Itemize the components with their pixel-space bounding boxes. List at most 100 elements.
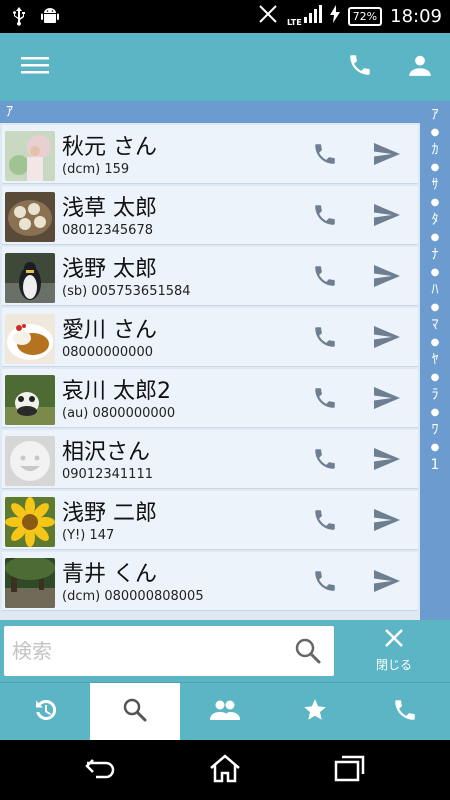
phone-icon bbox=[312, 446, 338, 476]
contact-number: 08012345678 bbox=[62, 223, 153, 238]
bottom-tab-bar bbox=[0, 682, 450, 740]
home-button[interactable] bbox=[207, 754, 243, 786]
index-dot: ● bbox=[430, 302, 440, 313]
contact-number: (dcm) 080000808005 bbox=[62, 589, 204, 604]
search-input[interactable] bbox=[12, 636, 282, 666]
contact-row[interactable]: 浅野 太郎 (sb) 005753651584 bbox=[2, 247, 418, 306]
group-icon bbox=[210, 698, 240, 726]
message-button[interactable] bbox=[370, 505, 404, 539]
menu-icon bbox=[21, 54, 49, 80]
message-button[interactable] bbox=[370, 261, 404, 295]
history-icon bbox=[31, 696, 59, 728]
index-dot: ● bbox=[430, 267, 440, 278]
contact-list[interactable]: 秋元 さん (dcm) 159 浅草 太郎 08012345678 浅野 太郎 … bbox=[0, 123, 420, 620]
profile-button[interactable] bbox=[402, 49, 438, 85]
search-icon bbox=[122, 697, 148, 727]
index-letter[interactable]: ｶ bbox=[420, 140, 450, 161]
call-button[interactable] bbox=[308, 505, 342, 539]
send-icon bbox=[373, 264, 401, 292]
call-button[interactable] bbox=[308, 566, 342, 600]
index-letter[interactable]: ﾊ bbox=[420, 280, 450, 301]
index-dot: ● bbox=[430, 442, 440, 453]
phone-icon bbox=[312, 385, 338, 415]
phone-icon bbox=[312, 202, 338, 232]
battery-indicator: 72% bbox=[347, 6, 383, 26]
recents-button[interactable] bbox=[332, 754, 368, 786]
phone-icon bbox=[392, 697, 418, 727]
android-icon bbox=[40, 6, 60, 30]
index-dot: ● bbox=[430, 407, 440, 418]
index-letter[interactable]: ｱ bbox=[420, 105, 450, 126]
index-dot: ● bbox=[430, 127, 440, 138]
contact-name: 愛川 さん bbox=[62, 318, 157, 343]
tab-search[interactable] bbox=[90, 683, 180, 740]
tab-favorites[interactable] bbox=[270, 683, 360, 740]
home-icon bbox=[208, 753, 242, 787]
contact-name: 相沢さん bbox=[62, 440, 151, 465]
contact-row[interactable]: 浅野 二郎 (Y!) 147 bbox=[2, 491, 418, 550]
phone-icon bbox=[312, 263, 338, 293]
message-button[interactable] bbox=[370, 200, 404, 234]
message-button[interactable] bbox=[370, 139, 404, 173]
index-dot: ● bbox=[430, 337, 440, 348]
star-icon bbox=[302, 697, 328, 727]
app-toolbar bbox=[0, 33, 450, 101]
tab-dialer[interactable] bbox=[360, 683, 450, 740]
contact-row[interactable]: 秋元 さん (dcm) 159 bbox=[2, 125, 418, 184]
usb-icon bbox=[12, 6, 26, 30]
contact-number: (au) 0800000000 bbox=[62, 406, 176, 421]
send-icon bbox=[373, 203, 401, 231]
index-letter[interactable]: 1 bbox=[420, 455, 450, 476]
recents-icon bbox=[334, 754, 366, 786]
index-letter[interactable]: ﾜ bbox=[420, 420, 450, 441]
index-dot: ● bbox=[430, 197, 440, 208]
index-letter[interactable]: ﾅ bbox=[420, 245, 450, 266]
contact-number: (sb) 005753651584 bbox=[62, 284, 191, 299]
tab-groups[interactable] bbox=[180, 683, 270, 740]
phone-icon bbox=[312, 324, 338, 354]
call-button[interactable] bbox=[308, 383, 342, 417]
back-button[interactable] bbox=[82, 754, 118, 786]
contact-name: 浅草 太郎 bbox=[62, 196, 157, 221]
call-button[interactable] bbox=[308, 261, 342, 295]
contact-number: 09012341111 bbox=[62, 467, 153, 482]
contact-number: 08000000000 bbox=[62, 345, 153, 360]
close-search-button[interactable]: 閉じる bbox=[352, 626, 436, 678]
contact-row[interactable]: 相沢さん 09012341111 bbox=[2, 430, 418, 489]
toolbar-call-button[interactable] bbox=[342, 49, 378, 85]
index-letter[interactable]: ﾔ bbox=[420, 350, 450, 371]
contact-row[interactable]: 愛川 さん 08000000000 bbox=[2, 308, 418, 367]
person-icon bbox=[407, 52, 433, 82]
index-letter[interactable]: ﾀ bbox=[420, 210, 450, 231]
contact-photo bbox=[5, 558, 55, 608]
index-letter[interactable]: ﾏ bbox=[420, 315, 450, 336]
menu-button[interactable] bbox=[17, 49, 53, 85]
phone-icon bbox=[312, 568, 338, 598]
contact-row[interactable]: 青井 くん (dcm) 080000808005 bbox=[2, 552, 418, 611]
message-button[interactable] bbox=[370, 322, 404, 356]
call-button[interactable] bbox=[308, 444, 342, 478]
contact-photo bbox=[5, 192, 55, 242]
close-label: 閉じる bbox=[375, 658, 412, 672]
message-button[interactable] bbox=[370, 383, 404, 417]
send-icon bbox=[373, 569, 401, 597]
send-icon bbox=[373, 386, 401, 414]
index-bar[interactable]: ｱ ● ｶ ● ｻ ● ﾀ ● ﾅ ● ﾊ ● ﾏ ● ﾔ ● ﾗ ● ﾜ ● … bbox=[420, 101, 450, 620]
call-button[interactable] bbox=[308, 322, 342, 356]
tab-history[interactable] bbox=[0, 683, 90, 740]
search-icon[interactable] bbox=[294, 637, 322, 665]
contact-row[interactable]: 哀川 太郎2 (au) 0800000000 bbox=[2, 369, 418, 428]
call-button[interactable] bbox=[308, 200, 342, 234]
contact-photo bbox=[5, 436, 55, 486]
search-box[interactable] bbox=[4, 626, 334, 676]
message-button[interactable] bbox=[370, 566, 404, 600]
message-button[interactable] bbox=[370, 444, 404, 478]
charging-icon bbox=[329, 5, 340, 27]
index-letter[interactable]: ﾗ bbox=[420, 385, 450, 406]
phone-icon bbox=[312, 141, 338, 171]
index-dot: ● bbox=[430, 232, 440, 243]
contact-photo bbox=[5, 253, 55, 303]
index-letter[interactable]: ｻ bbox=[420, 175, 450, 196]
call-button[interactable] bbox=[308, 139, 342, 173]
contact-row[interactable]: 浅草 太郎 08012345678 bbox=[2, 186, 418, 245]
